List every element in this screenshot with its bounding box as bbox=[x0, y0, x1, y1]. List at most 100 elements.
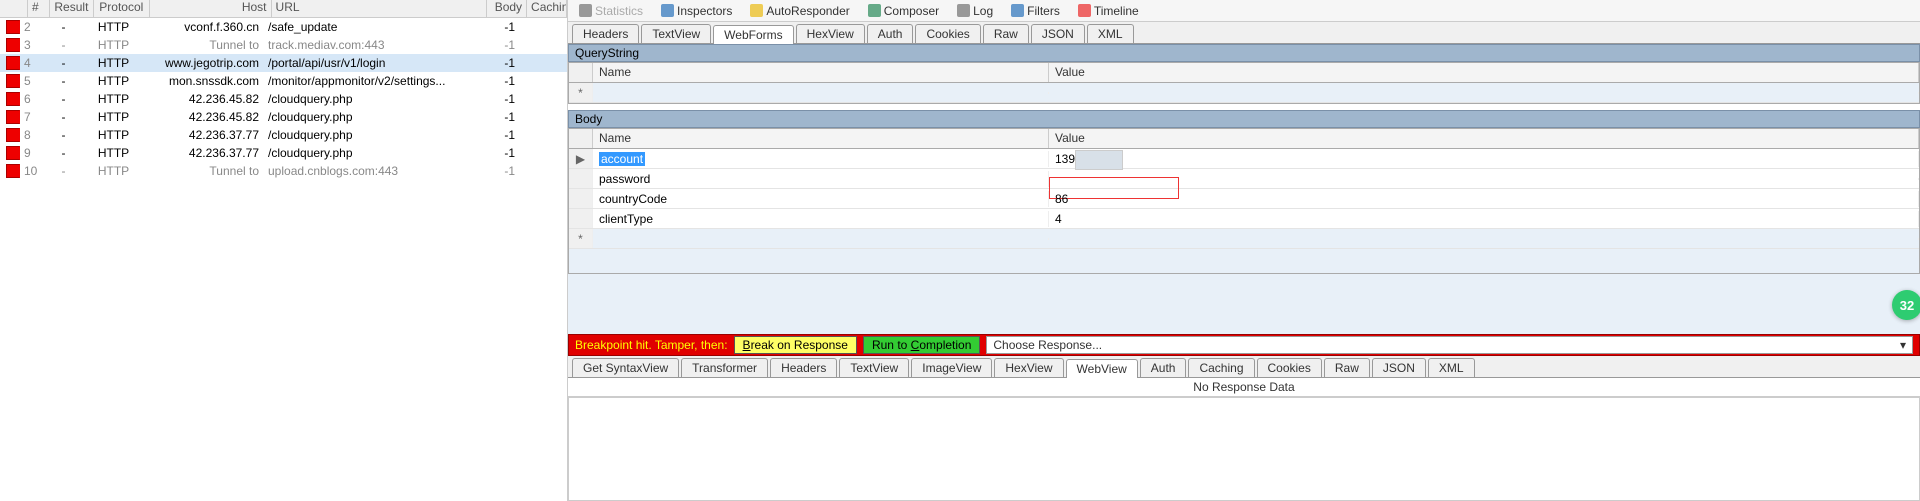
col-protocol[interactable]: Protocol bbox=[94, 0, 150, 17]
request-tab-textview[interactable]: TextView bbox=[641, 24, 711, 43]
timeline-button[interactable]: Timeline bbox=[1071, 2, 1146, 20]
col-url[interactable]: URL bbox=[272, 0, 488, 17]
run-to-completion-button[interactable]: Run to Completion bbox=[863, 336, 980, 354]
body-row[interactable]: ▶account139 .35 bbox=[569, 149, 1919, 169]
response-tab-webview[interactable]: WebView bbox=[1066, 359, 1138, 378]
splitter-area[interactable] bbox=[568, 274, 1920, 334]
statistics-icon bbox=[579, 4, 592, 17]
qs-name-col[interactable]: Name bbox=[593, 63, 1049, 82]
main-toolbar: Statistics Inspectors AutoResponder Comp… bbox=[568, 0, 1920, 22]
session-icon bbox=[6, 164, 20, 178]
col-result[interactable]: Result bbox=[50, 0, 94, 17]
body-row[interactable]: countryCode86 bbox=[569, 189, 1919, 209]
body-name-col[interactable]: Name bbox=[593, 129, 1049, 148]
response-tab-headers[interactable]: Headers bbox=[770, 358, 837, 377]
body-cell-value[interactable]: 139 .35 bbox=[1049, 151, 1919, 167]
session-icon bbox=[6, 56, 20, 70]
response-tab-json[interactable]: JSON bbox=[1372, 358, 1426, 377]
body-cell-name[interactable]: password bbox=[593, 171, 1049, 187]
session-icon bbox=[6, 20, 20, 34]
response-tab-hexview[interactable]: HexView bbox=[994, 358, 1063, 377]
request-webforms: QueryString Name Value * Body Name bbox=[568, 44, 1920, 274]
request-tab-raw[interactable]: Raw bbox=[983, 24, 1029, 43]
sessions-header: # Result Protocol Host URL Body Caching bbox=[0, 0, 567, 18]
session-row[interactable]: 5-HTTPmon.snssdk.com/monitor/appmonitor/… bbox=[0, 72, 567, 90]
session-row[interactable]: 7-HTTP42.236.45.82/cloudquery.php-1 bbox=[0, 108, 567, 126]
response-tab-raw[interactable]: Raw bbox=[1324, 358, 1370, 377]
request-tab-headers[interactable]: Headers bbox=[572, 24, 639, 43]
body-new-row[interactable]: * bbox=[569, 229, 1919, 249]
response-tab-auth[interactable]: Auth bbox=[1140, 358, 1187, 377]
timeline-icon bbox=[1078, 4, 1091, 17]
redacted-value bbox=[1075, 150, 1123, 170]
body-row[interactable]: clientType4 bbox=[569, 209, 1919, 229]
qs-value-col[interactable]: Value bbox=[1049, 63, 1919, 82]
querystring-header: QueryString bbox=[568, 44, 1920, 62]
log-button[interactable]: Log bbox=[950, 2, 1000, 20]
querystring-grid[interactable]: Name Value * bbox=[568, 62, 1920, 104]
request-tab-webforms[interactable]: WebForms bbox=[713, 25, 793, 44]
session-icon bbox=[6, 38, 20, 52]
body-row[interactable]: password bbox=[569, 169, 1919, 189]
body-cell-name[interactable]: account bbox=[593, 151, 1049, 167]
chevron-down-icon: ▾ bbox=[1900, 338, 1906, 352]
composer-button[interactable]: Composer bbox=[861, 2, 946, 20]
body-grid[interactable]: Name Value ▶account139 .35 password countr… bbox=[568, 128, 1920, 274]
sessions-body[interactable]: 2-HTTPvconf.f.360.cn/safe_update-13-HTTP… bbox=[0, 18, 567, 180]
breakpoint-bar: Breakpoint hit. Tamper, then: Break on R… bbox=[568, 334, 1920, 356]
session-row[interactable]: 2-HTTPvconf.f.360.cn/safe_update-1 bbox=[0, 18, 567, 36]
request-tab-hexview[interactable]: HexView bbox=[796, 24, 865, 43]
session-icon bbox=[6, 74, 20, 88]
response-tabstrip: Get SyntaxViewTransformerHeadersTextView… bbox=[568, 356, 1920, 378]
request-tab-auth[interactable]: Auth bbox=[867, 24, 914, 43]
filters-button[interactable]: Filters bbox=[1004, 2, 1067, 20]
col-body[interactable]: Body bbox=[487, 0, 527, 17]
session-row[interactable]: 4-HTTPwww.jegotrip.com/portal/api/usr/v1… bbox=[0, 54, 567, 72]
autoresponder-button[interactable]: AutoResponder bbox=[743, 2, 856, 20]
request-tab-json[interactable]: JSON bbox=[1031, 24, 1085, 43]
body-cell-value[interactable] bbox=[1049, 178, 1919, 180]
body-value-col[interactable]: Value bbox=[1049, 129, 1919, 148]
statistics-button[interactable]: Statistics bbox=[572, 2, 650, 20]
body-cell-value[interactable]: 86 bbox=[1049, 191, 1919, 207]
notification-badge[interactable]: 32 bbox=[1892, 290, 1920, 320]
choose-response-select[interactable]: Choose Response... ▾ bbox=[986, 336, 1913, 354]
request-tab-xml[interactable]: XML bbox=[1087, 24, 1134, 43]
session-row[interactable]: 10-HTTPTunnel toupload.cnblogs.com:443-1 bbox=[0, 162, 567, 180]
session-row[interactable]: 6-HTTP42.236.45.82/cloudquery.php-1 bbox=[0, 90, 567, 108]
request-tabstrip: HeadersTextViewWebFormsHexViewAuthCookie… bbox=[568, 22, 1920, 44]
session-icon bbox=[6, 146, 20, 160]
session-row[interactable]: 8-HTTP42.236.37.77/cloudquery.php-1 bbox=[0, 126, 567, 144]
log-icon bbox=[957, 4, 970, 17]
response-tab-imageview[interactable]: ImageView bbox=[911, 358, 992, 377]
body-cell-value[interactable]: 4 bbox=[1049, 211, 1919, 227]
no-response-label: No Response Data bbox=[568, 378, 1920, 397]
session-icon bbox=[6, 110, 20, 124]
breakpoint-label: Breakpoint hit. Tamper, then: bbox=[575, 338, 728, 352]
inspectors-button[interactable]: Inspectors bbox=[654, 2, 739, 20]
inspectors-icon bbox=[661, 4, 674, 17]
session-icon bbox=[6, 128, 20, 142]
response-area: No Response Data bbox=[568, 378, 1920, 501]
response-tab-caching[interactable]: Caching bbox=[1188, 358, 1254, 377]
col-caching[interactable]: Caching bbox=[527, 0, 567, 17]
col-num[interactable]: # bbox=[28, 0, 50, 17]
body-cell-name[interactable]: countryCode bbox=[593, 191, 1049, 207]
session-row[interactable]: 3-HTTPTunnel totrack.mediav.com:443-1 bbox=[0, 36, 567, 54]
col-host[interactable]: Host bbox=[150, 0, 272, 17]
body-cell-name[interactable]: clientType bbox=[593, 211, 1049, 227]
break-on-response-button[interactable]: Break on Response bbox=[734, 336, 857, 354]
response-tab-textview[interactable]: TextView bbox=[839, 358, 909, 377]
response-body[interactable] bbox=[568, 397, 1920, 501]
response-tab-transformer[interactable]: Transformer bbox=[681, 358, 768, 377]
request-tab-cookies[interactable]: Cookies bbox=[915, 24, 980, 43]
session-row[interactable]: 9-HTTP42.236.37.77/cloudquery.php-1 bbox=[0, 144, 567, 162]
response-tab-xml[interactable]: XML bbox=[1428, 358, 1475, 377]
response-tab-cookies[interactable]: Cookies bbox=[1257, 358, 1322, 377]
composer-icon bbox=[868, 4, 881, 17]
inspector-pane: Statistics Inspectors AutoResponder Comp… bbox=[568, 0, 1920, 501]
response-tab-get-syntaxview[interactable]: Get SyntaxView bbox=[572, 358, 679, 377]
sessions-pane: # Result Protocol Host URL Body Caching … bbox=[0, 0, 568, 501]
qs-new-row[interactable]: * bbox=[569, 83, 1919, 103]
session-icon bbox=[6, 92, 20, 106]
